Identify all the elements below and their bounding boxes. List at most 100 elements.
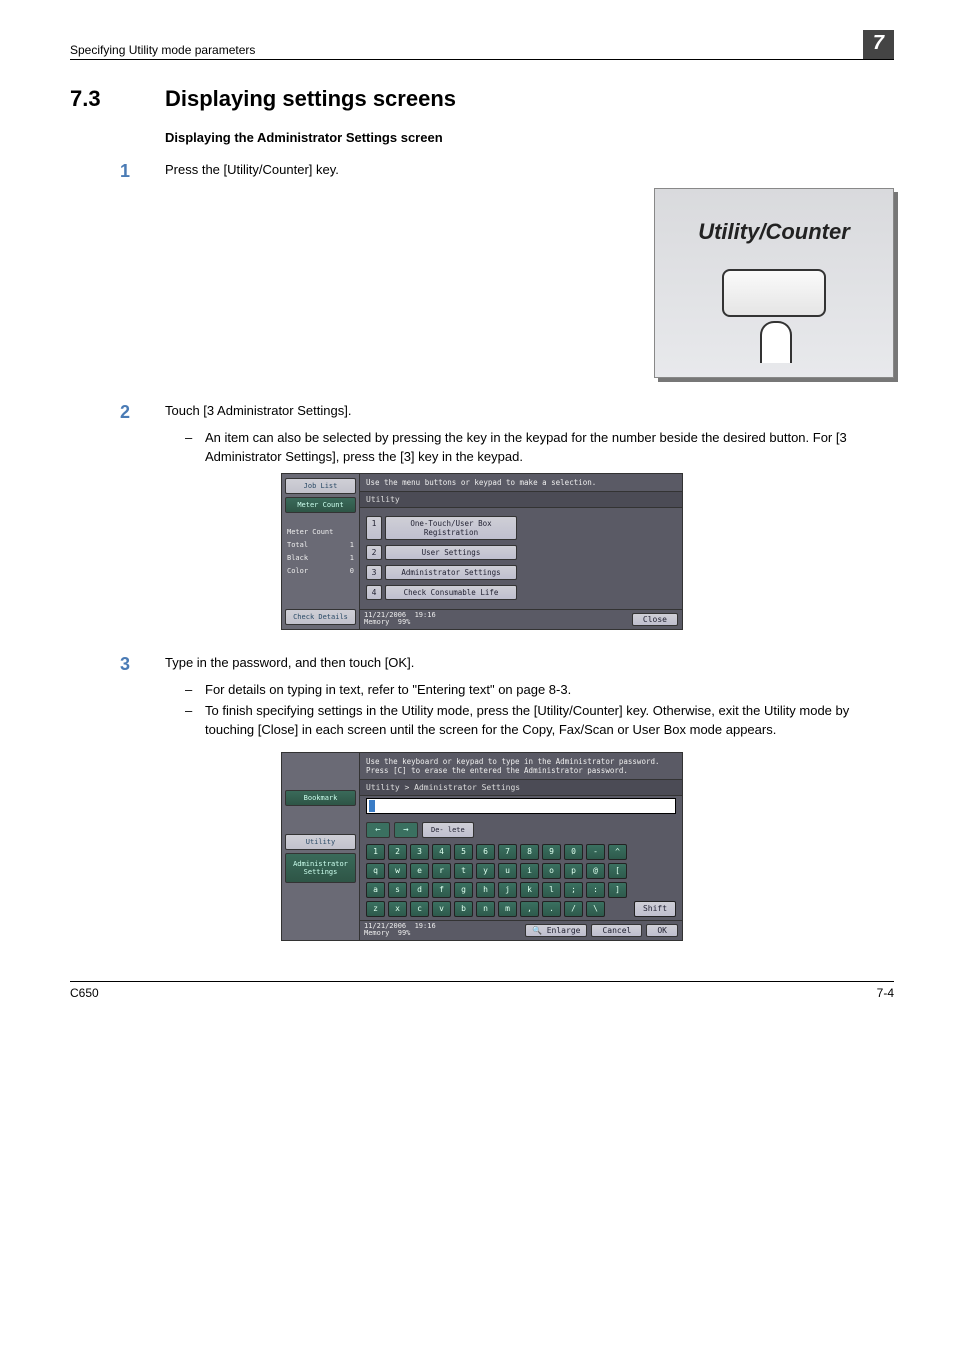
keyboard-key[interactable]: d xyxy=(410,882,429,898)
keyboard-key[interactable]: 3 xyxy=(410,844,429,860)
keyboard-key[interactable]: o xyxy=(542,863,561,879)
step-text: Type in the password, and then touch [OK… xyxy=(165,654,894,675)
bullet-text: To finish specifying settings in the Uti… xyxy=(205,702,894,740)
keyboard-key[interactable]: ^ xyxy=(608,844,627,860)
keyboard-key[interactable]: 2 xyxy=(388,844,407,860)
keyboard-key[interactable]: 4 xyxy=(432,844,451,860)
keyboard-key[interactable]: g xyxy=(454,882,473,898)
password-entry-screenshot: Bookmark Utility Administrator Settings … xyxy=(70,752,894,941)
keyboard-key[interactable]: u xyxy=(498,863,517,879)
admin-settings-button[interactable]: Administrator Settings xyxy=(285,853,356,883)
keyboard-key[interactable]: a xyxy=(366,882,385,898)
keyboard-key[interactable]: m xyxy=(498,901,517,917)
screenshot-sidebar: Bookmark Utility Administrator Settings xyxy=(282,753,360,940)
keyboard-key[interactable]: j xyxy=(498,882,517,898)
keyboard-key[interactable]: r xyxy=(432,863,451,879)
screenshot-status: 11/21/2006 19:16 Memory 99% xyxy=(364,612,436,627)
keyboard-key[interactable]: z xyxy=(366,901,385,917)
step-3: 3 Type in the password, and then touch [… xyxy=(70,654,894,675)
keyboard-key[interactable]: . xyxy=(542,901,561,917)
keyboard-key[interactable]: / xyxy=(564,901,583,917)
screenshot-breadcrumb: Utility xyxy=(360,491,682,508)
keyboard-key[interactable]: l xyxy=(542,882,561,898)
section-heading: 7.3 Displaying settings screens xyxy=(70,86,894,112)
delete-button[interactable]: De- lete xyxy=(422,822,474,838)
chapter-number: 7 xyxy=(863,30,894,59)
arrow-right-button[interactable]: → xyxy=(394,822,418,838)
keyboard-key[interactable]: ; xyxy=(564,882,583,898)
bookmark-button[interactable]: Bookmark xyxy=(285,790,356,806)
keyboard-key[interactable]: k xyxy=(520,882,539,898)
step-3-note-2: – To finish specifying settings in the U… xyxy=(185,702,894,740)
keyboard-key[interactable]: [ xyxy=(608,863,627,879)
cancel-button[interactable]: Cancel xyxy=(591,924,642,937)
bullet-dash: – xyxy=(185,429,205,467)
keyboard-key[interactable]: 6 xyxy=(476,844,495,860)
screenshot-status: 11/21/2006 19:16 Memory 99% xyxy=(364,923,436,938)
keyboard-key[interactable]: 5 xyxy=(454,844,473,860)
meter-row: Black1 xyxy=(285,553,356,563)
utility-counter-label: Utility/Counter xyxy=(698,219,850,245)
menu-item-2[interactable]: 2 User Settings xyxy=(366,545,676,560)
check-details-button[interactable]: Check Details xyxy=(285,609,356,625)
keyboard-key[interactable]: 1 xyxy=(366,844,385,860)
arrow-left-button[interactable]: ← xyxy=(366,822,390,838)
keyboard-key[interactable]: : xyxy=(586,882,605,898)
screenshot-sidebar: Job List Meter Count Meter Count Total1 … xyxy=(282,474,360,629)
keyboard-key[interactable]: t xyxy=(454,863,473,879)
keyboard-key[interactable]: ] xyxy=(608,882,627,898)
keyboard-key[interactable]: \ xyxy=(586,901,605,917)
keyboard-key[interactable]: q xyxy=(366,863,385,879)
keyboard-key[interactable]: , xyxy=(520,901,539,917)
utility-counter-figure: Utility/Counter xyxy=(70,188,894,378)
keyboard-key[interactable]: p xyxy=(564,863,583,879)
subheading: Displaying the Administrator Settings sc… xyxy=(165,130,894,145)
keyboard-key[interactable]: b xyxy=(454,901,473,917)
menu-item-1[interactable]: 1 One-Touch/User Box Registration xyxy=(366,516,676,540)
chapter-title: Specifying Utility mode parameters xyxy=(70,43,255,57)
step-number: 3 xyxy=(70,654,165,675)
onscreen-keyboard: 1234567890-^ qwertyuiop@[ asdfghjkl;:] z… xyxy=(366,844,676,920)
keyboard-key[interactable]: @ xyxy=(586,863,605,879)
keyboard-key[interactable]: 9 xyxy=(542,844,561,860)
section-title: Displaying settings screens xyxy=(165,86,456,112)
keyboard-key[interactable]: w xyxy=(388,863,407,879)
keyboard-key[interactable]: 0 xyxy=(564,844,583,860)
keyboard-key[interactable]: x xyxy=(388,901,407,917)
close-button[interactable]: Close xyxy=(632,613,678,626)
keyboard-key[interactable]: 8 xyxy=(520,844,539,860)
step-number: 1 xyxy=(70,161,165,182)
shift-key[interactable]: Shift xyxy=(634,901,676,917)
finger-press-icon xyxy=(744,311,804,371)
keyboard-key[interactable]: v xyxy=(432,901,451,917)
bullet-text: An item can also be selected by pressing… xyxy=(205,429,894,467)
keyboard-key[interactable]: c xyxy=(410,901,429,917)
password-input[interactable] xyxy=(366,798,676,814)
menu-item-3[interactable]: 3 Administrator Settings xyxy=(366,565,676,580)
job-list-button[interactable]: Job List xyxy=(285,478,356,494)
ok-button[interactable]: OK xyxy=(646,924,678,937)
step-number: 2 xyxy=(70,402,165,423)
step-2-note: – An item can also be selected by pressi… xyxy=(185,429,894,467)
utility-counter-button[interactable] xyxy=(722,269,826,317)
page-number: 7-4 xyxy=(877,986,894,1000)
keyboard-key[interactable]: s xyxy=(388,882,407,898)
step-text: Touch [3 Administrator Settings]. xyxy=(165,402,894,423)
meter-count-button[interactable]: Meter Count xyxy=(285,497,356,513)
keyboard-key[interactable]: i xyxy=(520,863,539,879)
keyboard-key[interactable]: y xyxy=(476,863,495,879)
keyboard-key[interactable]: h xyxy=(476,882,495,898)
keyboard-key[interactable]: 7 xyxy=(498,844,517,860)
bullet-text: For details on typing in text, refer to … xyxy=(205,681,894,700)
utility-button[interactable]: Utility xyxy=(285,834,356,850)
cursor-icon xyxy=(369,800,375,812)
keyboard-key[interactable]: e xyxy=(410,863,429,879)
enlarge-button[interactable]: 🔍 Enlarge xyxy=(525,924,588,937)
step-text: Press the [Utility/Counter] key. xyxy=(165,161,894,182)
keyboard-key[interactable]: f xyxy=(432,882,451,898)
keyboard-key[interactable]: - xyxy=(586,844,605,860)
menu-item-4[interactable]: 4 Check Consumable Life xyxy=(366,585,676,600)
screenshot-breadcrumb: Utility > Administrator Settings xyxy=(360,779,682,796)
keyboard-key[interactable]: n xyxy=(476,901,495,917)
meter-row: Total1 xyxy=(285,540,356,550)
